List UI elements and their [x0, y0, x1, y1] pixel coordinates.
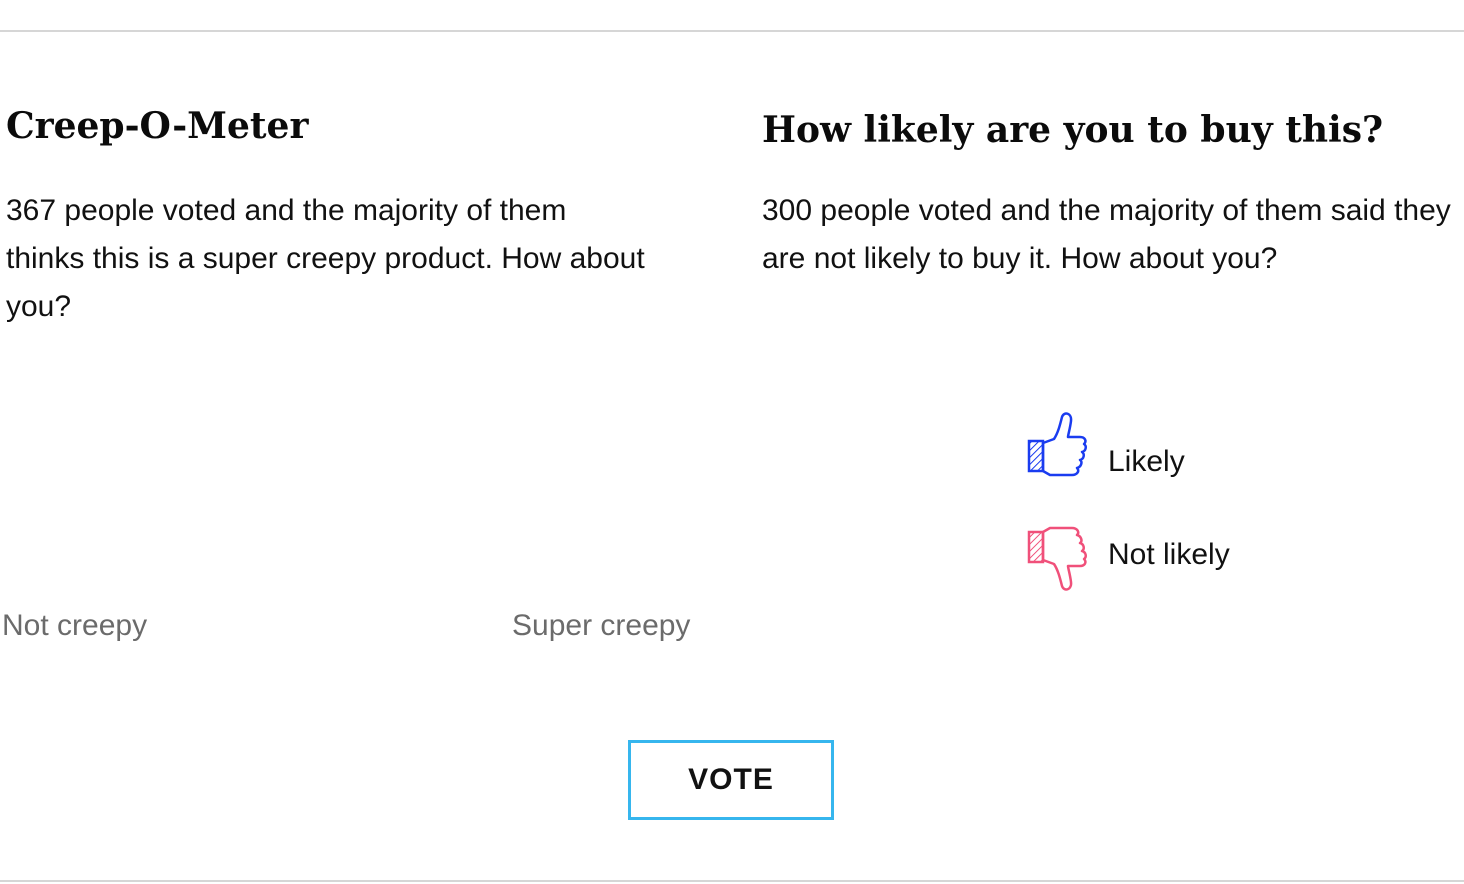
option-likely[interactable]: Likely [1026, 408, 1185, 482]
buy-poll-title: How likely are you to buy this? [762, 109, 1384, 151]
top-divider [0, 30, 1464, 32]
scale-max-label: Super creepy [512, 609, 691, 642]
bottom-divider [0, 880, 1464, 882]
buy-poll-summary: 300 people voted and the majority of the… [762, 194, 1451, 275]
thumbs-up-icon [1027, 412, 1087, 477]
scale-min-label: Not creepy [2, 609, 148, 642]
creep-meter-title: Creep-O-Meter [6, 105, 309, 147]
option-likely-label: Likely [1108, 445, 1185, 478]
thumbs-down-icon [1027, 526, 1087, 591]
option-not-likely[interactable]: Not likely [1026, 526, 1230, 594]
poll-page: Creep-O-Meter 367 people voted and the m… [0, 0, 1464, 884]
option-not-likely-label: Not likely [1108, 538, 1230, 571]
creep-meter-summary: 367 people voted and the majority of the… [6, 194, 645, 323]
vote-button[interactable]: VOTE [628, 740, 834, 820]
